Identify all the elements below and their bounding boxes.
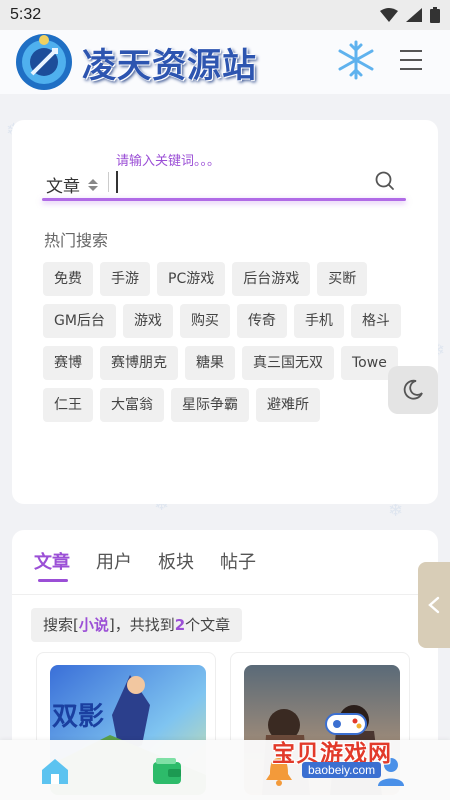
divider	[108, 172, 109, 192]
hot-tags: 免费 手游 PC游戏 后台游戏 买断 GM后台 游戏 购买 传奇 手机 格斗 赛…	[43, 262, 413, 422]
hot-tag[interactable]: PC游戏	[157, 262, 226, 296]
wifi-icon	[380, 8, 398, 22]
hot-tag[interactable]: 糖果	[185, 346, 235, 380]
result-tabs: 文章 用户 板块 帖子	[34, 548, 256, 582]
search-card: 请输入关键词。。。 文章 热门搜索 免费 手游 PC游戏 后台游戏 买断 GM后…	[12, 120, 438, 504]
summary-count: 2	[174, 616, 186, 634]
search-hint: 请输入关键词。。。	[116, 154, 221, 169]
hot-tag[interactable]: GM后台	[43, 304, 116, 338]
summary-suffix: 个文章	[185, 616, 231, 634]
watermark: 宝贝游戏网 baobeiy.com	[272, 706, 432, 786]
hot-tag[interactable]: 真三国无双	[242, 346, 334, 380]
tabs-divider	[12, 594, 438, 595]
status-bar: 5:32	[0, 0, 450, 30]
text-caret	[116, 171, 118, 193]
summary-keyword: 小说	[78, 616, 109, 634]
svg-text:双影: 双影	[52, 702, 104, 732]
hot-tag[interactable]: 避难所	[256, 388, 320, 422]
tab-users[interactable]: 用户	[96, 548, 132, 574]
search-underline	[42, 198, 406, 201]
tab-boards[interactable]: 板块	[158, 548, 194, 574]
battery-icon	[430, 7, 440, 23]
search-input[interactable]	[114, 168, 364, 196]
snowflake-icon	[338, 40, 374, 80]
search-icon[interactable]	[374, 170, 396, 192]
hot-tag[interactable]: 后台游戏	[232, 262, 311, 296]
side-expand-tab[interactable]	[418, 562, 450, 648]
result-summary: 搜索[小说]，共找到2个文章	[31, 608, 243, 642]
summary-prefix: 搜索[	[43, 616, 79, 634]
hot-tag[interactable]: 游戏	[122, 304, 173, 338]
tab-articles[interactable]: 文章	[34, 548, 70, 582]
wallet-icon[interactable]	[150, 754, 184, 788]
hot-tag[interactable]: 购买	[179, 304, 230, 338]
tab-posts[interactable]: 帖子	[220, 548, 256, 574]
watermark-url: baobeiy.com	[302, 762, 382, 778]
chevron-left-icon	[428, 596, 440, 614]
hot-tag[interactable]: 大富翁	[100, 388, 164, 422]
hot-tag[interactable]: 赛博	[43, 346, 93, 380]
hot-tag[interactable]: 仁王	[43, 388, 93, 422]
summary-middle: ]，共找到	[108, 616, 175, 634]
hot-tag[interactable]: 手游	[100, 262, 150, 296]
hot-tag[interactable]: 格斗	[350, 304, 401, 338]
signal-icon	[406, 8, 422, 22]
logo-emblem-icon[interactable]	[8, 32, 80, 92]
app-header: 凌天资源站	[0, 30, 450, 94]
hot-search-title: 热门搜索	[44, 231, 109, 250]
dark-mode-button[interactable]	[388, 366, 438, 414]
hot-tag[interactable]: 手机	[293, 304, 344, 338]
moon-icon	[403, 379, 423, 400]
menu-icon[interactable]	[400, 50, 426, 72]
home-icon[interactable]	[38, 754, 72, 788]
hot-tag[interactable]: 免费	[43, 262, 93, 296]
hot-tag[interactable]: 星际争霸	[171, 388, 249, 422]
status-icons	[380, 7, 440, 23]
hot-tag[interactable]: 传奇	[236, 304, 287, 338]
status-time: 5:32	[10, 6, 42, 23]
hot-tag[interactable]: 买断	[317, 262, 368, 296]
search-type-select[interactable]: 文章	[46, 172, 98, 197]
sort-arrows-icon	[88, 178, 98, 191]
hot-tag[interactable]: 赛博朋克	[100, 346, 178, 380]
logo-title: 凌天资源站	[82, 46, 257, 86]
search-type-value: 文章	[46, 177, 80, 197]
